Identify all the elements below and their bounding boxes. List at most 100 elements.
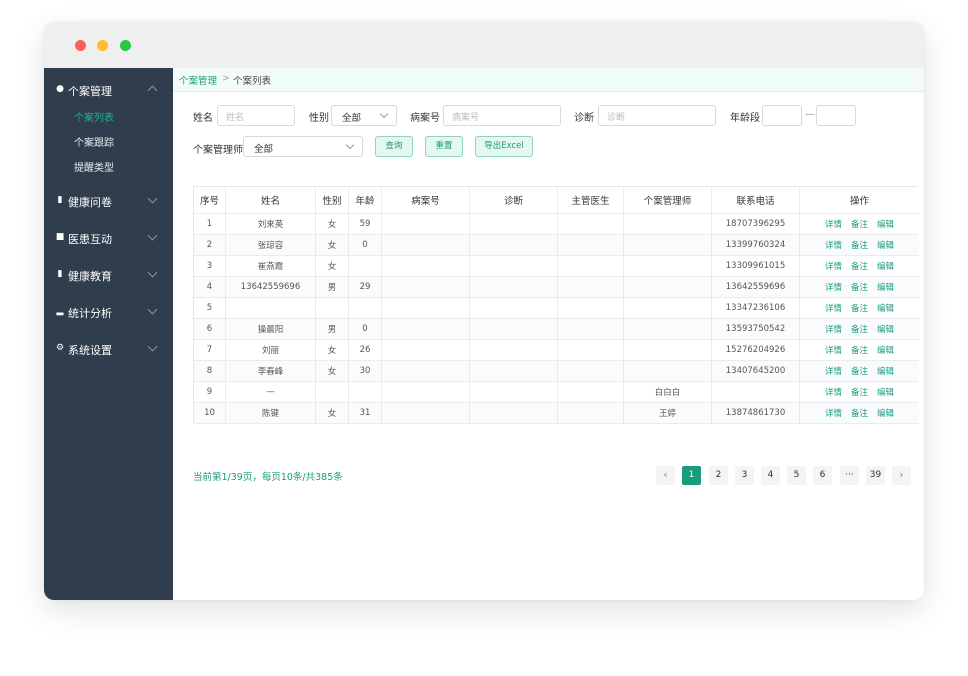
row-actions: 详情 备注 编辑 [800, 277, 919, 297]
age-max-input[interactable] [816, 105, 856, 126]
cell-phone: 18707396295 [712, 214, 800, 234]
maximize-window-button[interactable] [120, 40, 131, 51]
edit-link[interactable]: 编辑 [877, 365, 894, 377]
gear-icon: ⚙ [55, 343, 65, 353]
details-link[interactable]: 详情 [825, 302, 842, 314]
edit-link[interactable]: 编辑 [877, 281, 894, 293]
details-link[interactable]: 详情 [825, 281, 842, 293]
details-link[interactable]: 详情 [825, 239, 842, 251]
cell-actions: 详情 备注 编辑 [800, 382, 919, 402]
cell-record-number [382, 319, 470, 339]
cell-gender: 女 [316, 256, 349, 276]
details-link[interactable]: 详情 [825, 218, 842, 230]
cell-phone: 13399760324 [712, 235, 800, 255]
sidebar-group-health-questionnaire[interactable]: ▮ 健康问卷 [44, 189, 173, 213]
edit-link[interactable]: 编辑 [877, 344, 894, 356]
edit-link[interactable]: 编辑 [877, 323, 894, 335]
page-button[interactable]: 5 [787, 466, 806, 485]
age-min-input[interactable] [762, 105, 802, 126]
query-button[interactable]: 查询 [375, 136, 413, 157]
gender-filter-label: 性别 [309, 113, 329, 124]
edit-link[interactable]: 编辑 [877, 218, 894, 230]
table-row: 7 刘丽女 26 15276204926 详情 备注 编辑 [194, 340, 919, 361]
cell-diagnosis [470, 403, 558, 423]
note-link[interactable]: 备注 [851, 323, 868, 335]
cell-gender: 女 [316, 235, 349, 255]
cell-attending-doctor [558, 214, 624, 234]
details-link[interactable]: 详情 [825, 365, 842, 377]
reset-button[interactable]: 重置 [425, 136, 463, 157]
close-window-button[interactable] [75, 40, 86, 51]
cell-diagnosis [470, 235, 558, 255]
cell-actions: 详情 备注 编辑 [800, 277, 919, 297]
name-input[interactable]: 姓名 [217, 105, 295, 126]
cell-gender: 女 [316, 403, 349, 423]
note-link[interactable]: 备注 [851, 386, 868, 398]
cell-phone: 13407645200 [712, 361, 800, 381]
chevron-down-icon [147, 230, 158, 241]
edit-link[interactable]: 编辑 [877, 407, 894, 419]
cell-case-manager [624, 361, 712, 381]
note-link[interactable]: 备注 [851, 407, 868, 419]
cell-phone: 15276204926 [712, 340, 800, 360]
edit-link[interactable]: 编辑 [877, 386, 894, 398]
note-link[interactable]: 备注 [851, 344, 868, 356]
page-button[interactable]: 39 [866, 466, 885, 485]
details-link[interactable]: 详情 [825, 407, 842, 419]
column-header-actions: 操作 [849, 196, 869, 207]
sidebar-item-case-list[interactable]: 个案列表 [44, 106, 173, 126]
previous-page-button[interactable]: ‹ [656, 466, 675, 485]
page-button[interactable]: 1 [682, 466, 701, 485]
page-button[interactable]: 4 [761, 466, 780, 485]
cell-age [349, 382, 382, 402]
sidebar-group-case-management[interactable]: ● 个案管理 [44, 78, 173, 102]
minimize-window-button[interactable] [97, 40, 108, 51]
pagination-ellipsis[interactable]: ··· [840, 466, 859, 485]
cell-case-manager [624, 214, 712, 234]
cell-actions: 详情 备注 编辑 [800, 235, 919, 255]
gender-select[interactable]: 全部 [331, 105, 397, 126]
page-button[interactable]: 2 [709, 466, 728, 485]
cell-record-number [382, 235, 470, 255]
details-link[interactable]: 详情 [825, 260, 842, 272]
edit-link[interactable]: 编辑 [877, 239, 894, 251]
manager-filter-label: 个案管理师 [193, 145, 243, 156]
note-link[interactable]: 备注 [851, 260, 868, 272]
case-table: 序号 姓名 性别 年龄 病案号 诊断 主管医生 个案管理师 联系电话 操作 1 刘来英女 59 18707… [193, 186, 919, 424]
breadcrumb-root[interactable]: 个案管理 [179, 73, 217, 87]
sidebar-item-case-tracking[interactable]: 个案跟踪 [44, 131, 173, 151]
details-link[interactable]: 详情 [825, 323, 842, 335]
sidebar-group-statistics[interactable]: ▂ 统计分析 [44, 300, 173, 324]
edit-link[interactable]: 编辑 [877, 260, 894, 272]
cell-phone: 13309961015 [712, 256, 800, 276]
cell-record-number [382, 382, 470, 402]
cell-actions: 详情 备注 编辑 [800, 319, 919, 339]
cell-record-number [382, 256, 470, 276]
column-header-attending-doctor: 主管医生 [558, 187, 624, 213]
edit-link[interactable]: 编辑 [877, 302, 894, 314]
note-link[interactable]: 备注 [851, 302, 868, 314]
sidebar-item-reminder-type[interactable]: 提醒类型 [44, 156, 173, 176]
page-button[interactable]: 6 [813, 466, 832, 485]
table-row: 4 13642559696 男 29 13642559696 详情 备注 编辑 [194, 277, 919, 298]
note-link[interactable]: 备注 [851, 365, 868, 377]
note-link[interactable]: 备注 [851, 281, 868, 293]
details-link[interactable]: 详情 [825, 344, 842, 356]
export-excel-button[interactable]: 导出Excel [475, 136, 533, 157]
record-number-input[interactable]: 病案号 [443, 105, 561, 126]
clipboard-icon: ▮ [57, 195, 63, 205]
sidebar-group-doctor-patient[interactable]: ■ 医患互动 [44, 226, 173, 250]
manager-select[interactable]: 全部 [243, 136, 363, 157]
diagnosis-input[interactable]: 诊断 [598, 105, 716, 126]
note-link[interactable]: 备注 [851, 239, 868, 251]
sidebar-group-system-settings[interactable]: ⚙ 系统设置 [44, 337, 173, 361]
column-header-name: 姓名 [226, 187, 316, 213]
cell-name: — [226, 382, 316, 402]
next-page-button[interactable]: › [892, 466, 911, 485]
sidebar-group-health-education[interactable]: ▮ 健康教育 [44, 263, 173, 287]
note-link[interactable]: 备注 [851, 218, 868, 230]
page-button[interactable]: 3 [735, 466, 754, 485]
cell-index: 4 [194, 277, 226, 297]
details-link[interactable]: 详情 [825, 386, 842, 398]
cell-gender: 女 [316, 340, 349, 360]
